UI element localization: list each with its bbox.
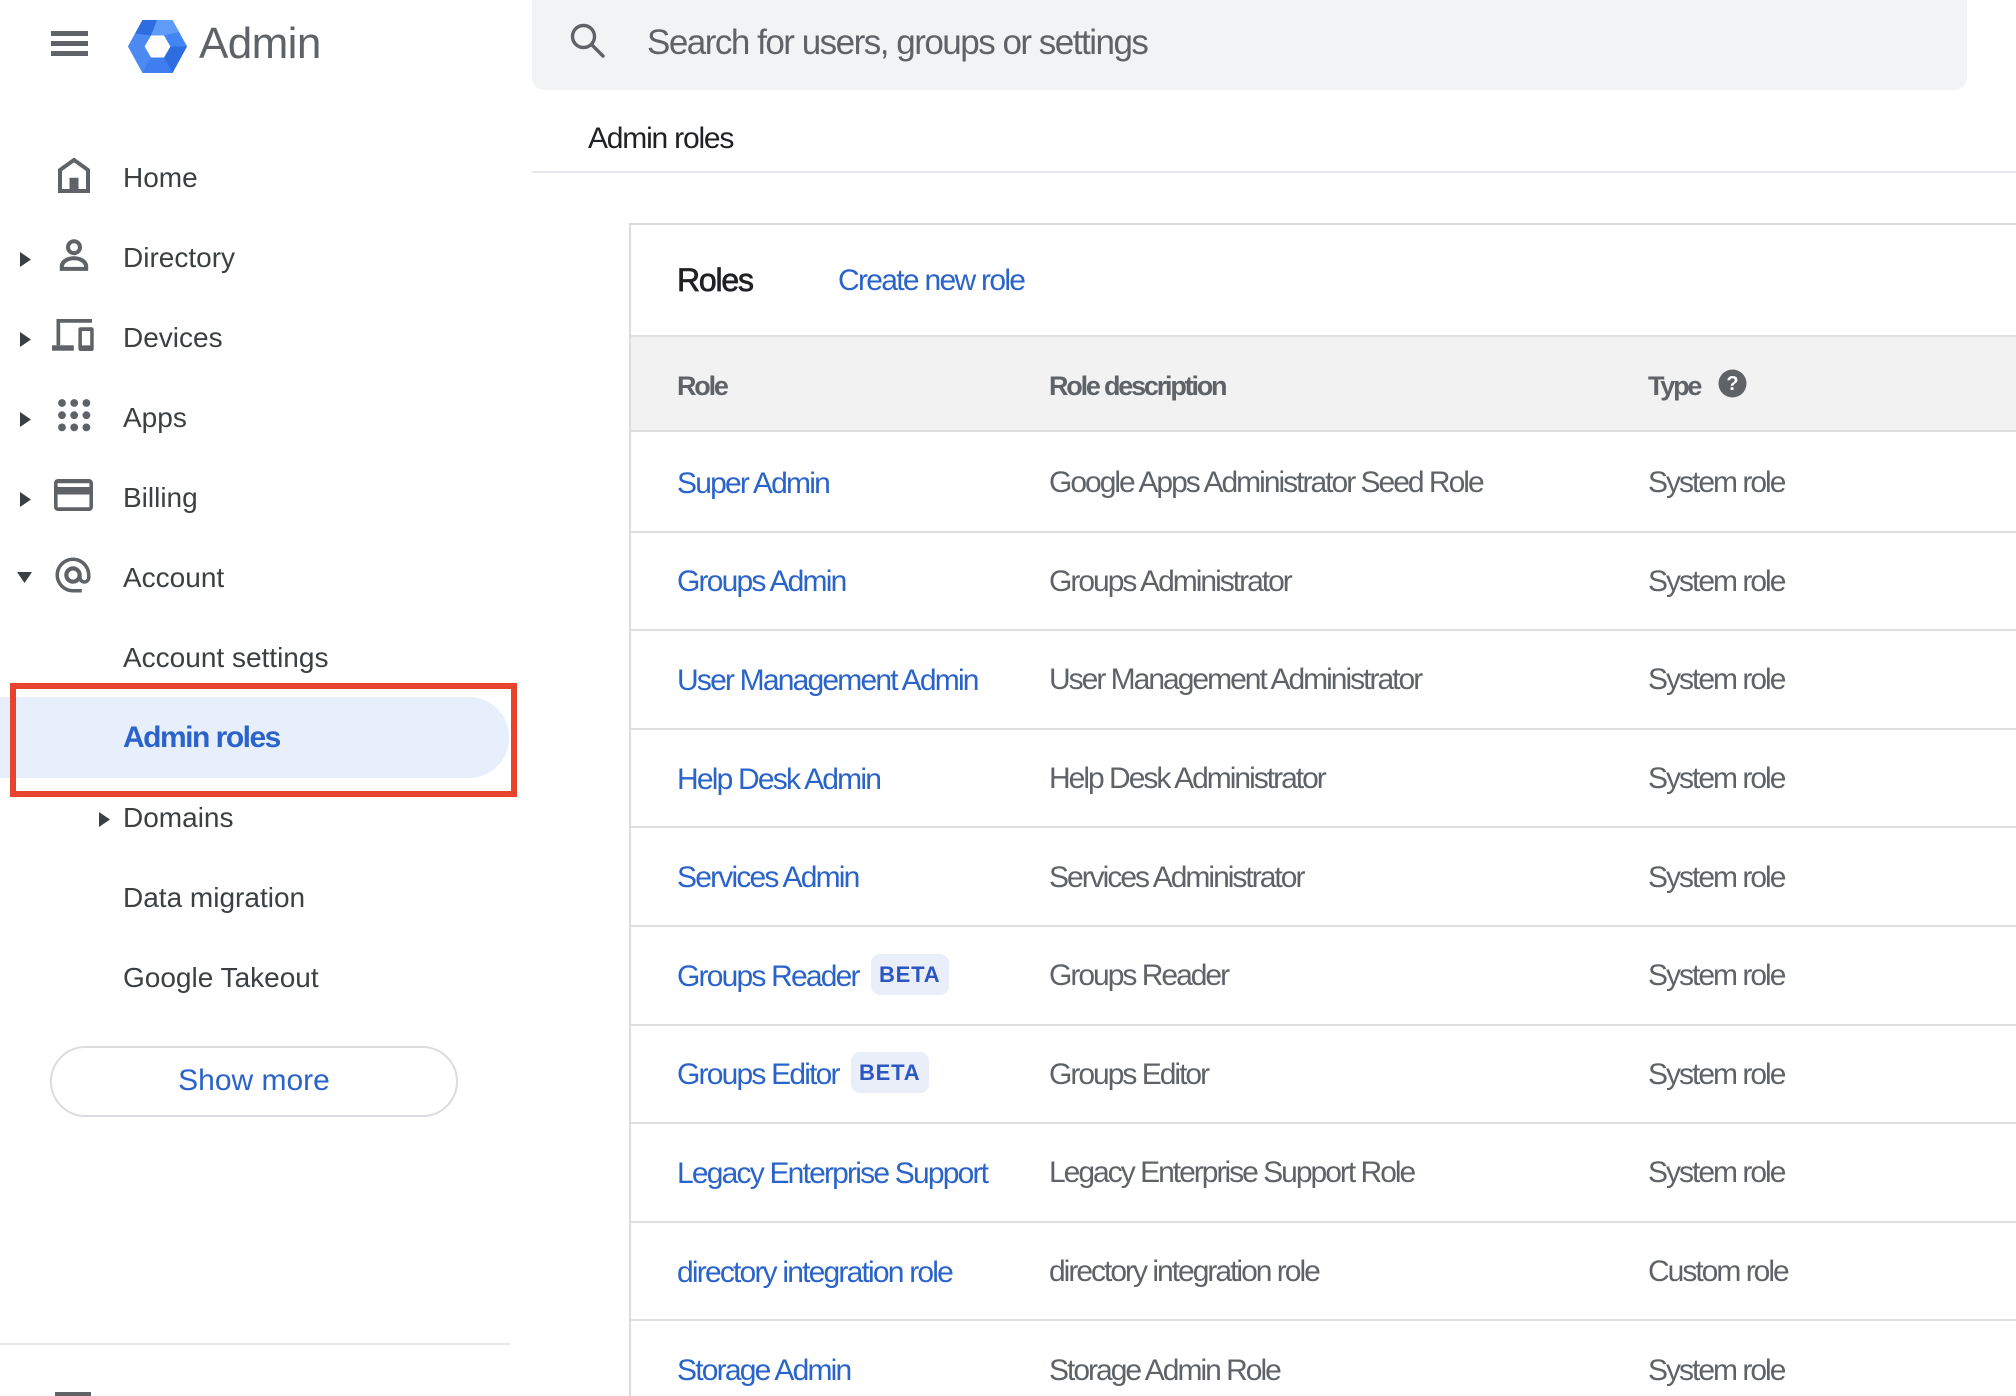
svg-text:?: ?: [1726, 373, 1738, 395]
